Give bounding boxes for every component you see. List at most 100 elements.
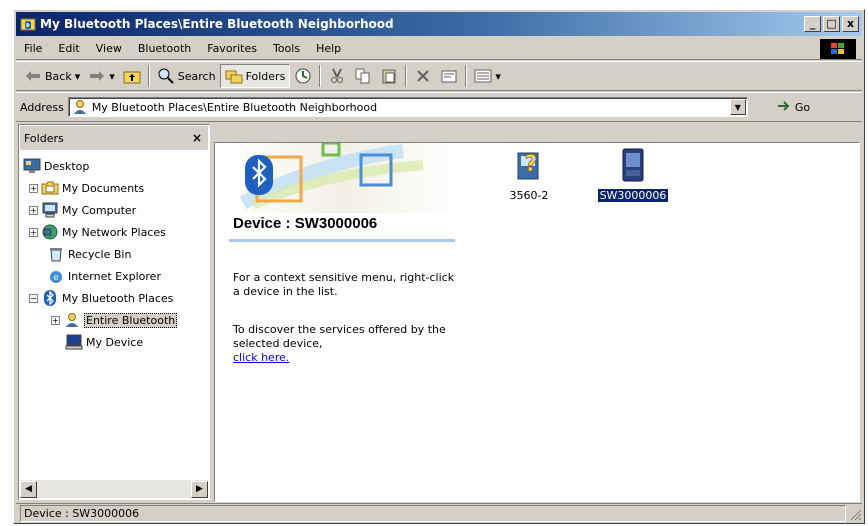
back-button[interactable]: Back ▾ (20, 64, 84, 88)
go-arrow-icon (776, 99, 792, 116)
unknown-device-icon: ? (513, 147, 545, 183)
tree-item-label: My Computer (62, 203, 137, 217)
move-to-icon (328, 67, 346, 85)
tree-item-my-device[interactable]: My Device (65, 331, 143, 353)
tree-item-label: My Network Places (62, 225, 166, 239)
paste-icon (380, 67, 398, 85)
window-title: My Bluetooth Places\Entire Bluetooth Nei… (40, 17, 394, 31)
tree-item-desktop[interactable]: Desktop (23, 155, 89, 177)
close-button[interactable]: x (842, 16, 859, 32)
copy-to-button[interactable] (350, 64, 376, 88)
tree-item-label: My Device (86, 335, 144, 349)
status-bar: Device : SW3000006 (16, 503, 862, 523)
menu-tools[interactable]: Tools (265, 40, 308, 57)
bluetooth-icon (41, 289, 59, 307)
expand-toggle[interactable]: + (29, 205, 38, 215)
views-button[interactable]: ▾ (470, 64, 505, 88)
views-dropdown-icon[interactable]: ▾ (495, 70, 501, 83)
back-label: Back (45, 69, 72, 83)
menu-file[interactable]: File (16, 40, 50, 57)
bluetooth-neighborhood-icon (63, 311, 81, 329)
device-title: Device : SW3000006 (233, 215, 378, 232)
forward-dropdown-icon[interactable]: ▾ (109, 70, 115, 83)
go-button[interactable]: Go (776, 99, 810, 116)
search-button[interactable]: Search (153, 64, 220, 88)
tree-item-my-documents[interactable]: + My Documents (29, 177, 144, 199)
menu-edit[interactable]: Edit (50, 40, 87, 57)
device-label: 3560-2 (509, 189, 549, 202)
menu-favorites[interactable]: Favorites (199, 40, 265, 57)
delete-button[interactable] (410, 64, 436, 88)
tree-item-entire-bluetooth-neighborhood[interactable]: + Entire Bluetooth (51, 309, 178, 331)
device-item-sw3000006[interactable]: SW3000006 (593, 147, 673, 202)
address-dropdown-button[interactable]: ▼ (729, 99, 746, 115)
search-icon (157, 67, 175, 85)
title-bar[interactable]: My Bluetooth Places\Entire Bluetooth Nei… (16, 12, 862, 36)
tree-item-label: Entire Bluetooth (84, 312, 178, 328)
folders-pane-title: Folders (24, 131, 64, 145)
toolbar-separator (147, 65, 150, 87)
expand-toggle[interactable]: + (29, 183, 38, 193)
computer-icon (41, 201, 59, 219)
forward-arrow-icon (88, 67, 106, 85)
status-text: Device : SW3000006 (20, 505, 846, 522)
svg-text:e: e (53, 273, 59, 283)
menu-view[interactable]: View (88, 40, 130, 57)
bluetooth-folder-icon (20, 16, 36, 32)
tree-item-my-bluetooth-places[interactable]: − My Bluetooth Places (29, 287, 173, 309)
folders-close-button[interactable]: × (192, 131, 202, 145)
address-field[interactable]: My Bluetooth Places\Entire Bluetooth Nei… (67, 97, 748, 117)
discover-text: To discover the services offered by the … (233, 323, 446, 350)
menu-help[interactable]: Help (308, 40, 349, 57)
history-button[interactable] (290, 64, 316, 88)
title-underline (229, 239, 455, 242)
minimize-button[interactable]: _ (804, 16, 821, 32)
copy-to-icon (354, 67, 372, 85)
folders-pane-header: Folders × (20, 126, 208, 150)
properties-button[interactable] (436, 64, 462, 88)
paste-button[interactable] (376, 64, 402, 88)
forward-button[interactable]: ▾ (84, 64, 119, 88)
folders-pane: Folders × Desktop + My Documents + My Co… (18, 124, 210, 500)
tree-item-recycle-bin[interactable]: Recycle Bin (47, 243, 131, 265)
up-button[interactable] (119, 64, 145, 88)
folder-icon (41, 179, 59, 197)
content-pane: Device : SW3000006 For a context sensiti… (214, 142, 860, 502)
tree-item-internet-explorer[interactable]: e Internet Explorer (47, 265, 161, 287)
move-to-button[interactable] (324, 64, 350, 88)
toolbar-separator (465, 65, 468, 87)
resize-grip-icon[interactable] (848, 507, 862, 521)
tree-item-my-computer[interactable]: + My Computer (29, 199, 136, 221)
expand-toggle[interactable]: + (29, 227, 38, 237)
device-label: SW3000006 (597, 189, 669, 202)
discover-services-link[interactable]: click here. (233, 351, 289, 364)
views-icon (474, 67, 492, 85)
web-view-panel: Device : SW3000006 For a context sensiti… (215, 143, 465, 501)
maximize-button[interactable]: □ (823, 16, 840, 32)
address-bar: Address My Bluetooth Places\Entire Bluet… (16, 92, 862, 122)
collapse-toggle[interactable]: − (29, 293, 38, 303)
internet-explorer-icon: e (47, 267, 65, 285)
expand-toggle[interactable]: + (51, 315, 60, 325)
folders-button[interactable]: Folders (219, 64, 291, 88)
tree-item-my-network-places[interactable]: + My Network Places (29, 221, 166, 243)
toolbar-separator (319, 65, 322, 87)
toolbar-separator (405, 65, 408, 87)
windows-logo-icon (820, 39, 856, 59)
back-dropdown-icon[interactable]: ▾ (75, 70, 81, 83)
scroll-left-button[interactable]: ◀ (20, 480, 37, 498)
menu-bluetooth[interactable]: Bluetooth (130, 40, 199, 57)
folders-icon (225, 67, 243, 85)
delete-x-icon (414, 67, 432, 85)
scroll-right-button[interactable]: ▶ (191, 480, 208, 498)
horizontal-scrollbar[interactable]: ◀ ▶ (20, 480, 208, 498)
tree-item-label: Recycle Bin (68, 247, 132, 261)
desktop-icon (23, 157, 41, 175)
network-icon (41, 223, 59, 241)
go-label: Go (794, 100, 811, 114)
svg-text:?: ? (525, 152, 538, 177)
explorer-window: My Bluetooth Places\Entire Bluetooth Nei… (13, 9, 865, 524)
device-item-3560-2[interactable]: ? 3560-2 (489, 147, 569, 202)
menu-bar: File Edit View Bluetooth Favorites Tools… (16, 38, 862, 60)
bluetooth-banner-graphic (223, 143, 463, 213)
